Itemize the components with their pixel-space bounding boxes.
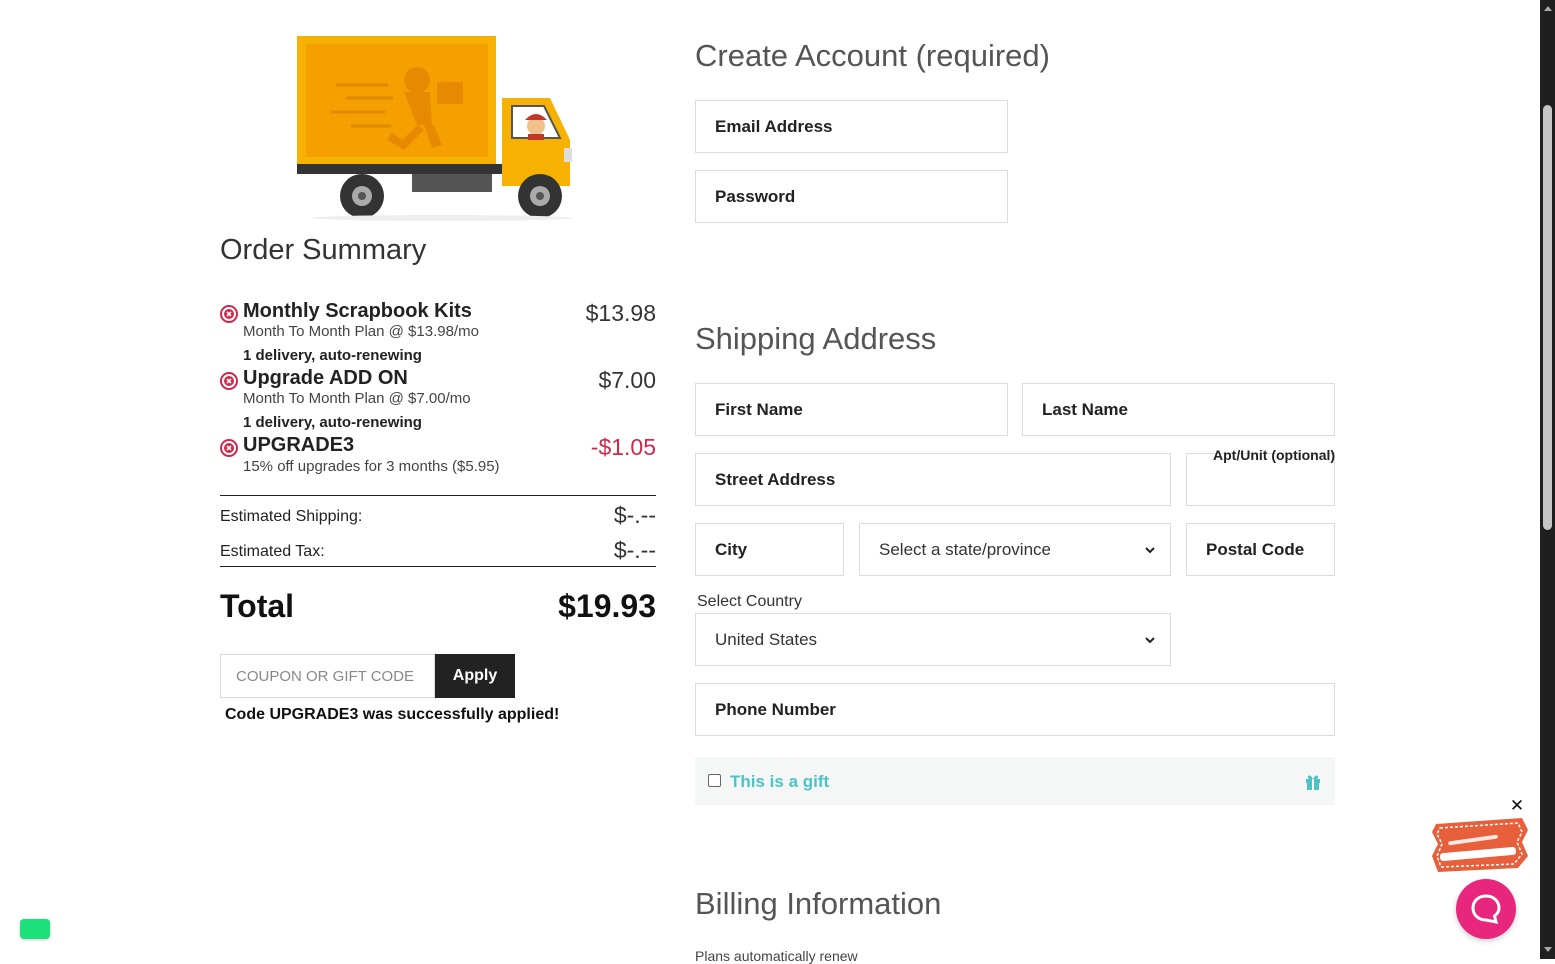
city-placeholder: City bbox=[715, 539, 748, 559]
order-item: Upgrade ADD ON Month To Month Plan @ $7.… bbox=[220, 367, 656, 435]
create-account-title: Create Account (required) bbox=[695, 38, 1050, 73]
item-name: Upgrade ADD ON bbox=[243, 367, 408, 389]
country-select-value: United States bbox=[715, 629, 818, 649]
phone-number-field[interactable]: Phone Number bbox=[695, 683, 1335, 736]
chat-close-icon[interactable]: ✕ bbox=[1509, 797, 1525, 814]
item-delivery: 1 delivery, auto-renewing bbox=[243, 347, 422, 364]
postal-code-placeholder: Postal Code bbox=[1206, 539, 1305, 559]
need-help-lets-chat-badge[interactable] bbox=[1430, 816, 1530, 874]
estimated-shipping-label: Estimated Shipping: bbox=[220, 508, 363, 525]
item-delivery: 1 delivery, auto-renewing bbox=[243, 414, 422, 431]
scroll-up-arrow-icon[interactable] bbox=[1544, 6, 1552, 11]
total-value: $19.93 bbox=[558, 588, 656, 624]
chevron-down-icon bbox=[1145, 637, 1155, 644]
estimated-shipping-row: Estimated Shipping: $-.-- bbox=[220, 502, 656, 528]
city-field[interactable]: City bbox=[695, 523, 844, 576]
chevron-down-icon bbox=[1145, 547, 1155, 554]
item-price: $7.00 bbox=[598, 367, 656, 393]
shipping-address-title: Shipping Address bbox=[695, 321, 937, 356]
total-row: Total $19.93 bbox=[220, 588, 656, 625]
last-name-placeholder: Last Name bbox=[1042, 399, 1128, 419]
street-address-field[interactable]: Street Address bbox=[695, 453, 1171, 506]
gift-option: This is a gift bbox=[695, 757, 1335, 805]
email-placeholder: Email Address bbox=[715, 116, 833, 136]
estimated-tax-row: Estimated Tax: $-.-- bbox=[220, 537, 656, 563]
item-plan: Month To Month Plan @ $13.98/mo bbox=[243, 323, 479, 340]
total-label: Total bbox=[220, 588, 295, 624]
order-summary-title: Order Summary bbox=[220, 234, 427, 266]
estimated-shipping-value: $-.-- bbox=[613, 502, 656, 528]
password-placeholder: Password bbox=[715, 186, 796, 206]
first-name-placeholder: First Name bbox=[715, 399, 803, 419]
remove-item-icon[interactable] bbox=[220, 372, 238, 390]
item-price: $13.98 bbox=[585, 300, 656, 326]
gift-icon bbox=[1306, 775, 1320, 790]
phone-number-placeholder: Phone Number bbox=[715, 699, 836, 719]
item-name: Monthly Scrapbook Kits bbox=[243, 300, 472, 322]
state-select[interactable]: Select a state/province bbox=[859, 523, 1171, 576]
coupon-input[interactable] bbox=[220, 654, 435, 698]
last-name-field[interactable]: Last Name bbox=[1022, 383, 1335, 436]
delivery-truck-illustration bbox=[297, 36, 572, 221]
chat-icon bbox=[1471, 894, 1501, 924]
remove-item-icon[interactable] bbox=[220, 305, 238, 323]
coupon-success-message: Code UPGRADE3 was successfully applied! bbox=[225, 706, 560, 723]
billing-subtext: Plans automatically renew bbox=[695, 948, 858, 964]
estimated-tax-value: $-.-- bbox=[613, 537, 656, 563]
item-plan: Month To Month Plan @ $7.00/mo bbox=[243, 390, 471, 407]
scroll-down-arrow-icon[interactable] bbox=[1544, 947, 1552, 952]
item-price: -$1.05 bbox=[590, 434, 656, 460]
billing-information-title: Billing Information bbox=[695, 886, 942, 921]
item-plan: 15% off upgrades for 3 months ($5.95) bbox=[243, 458, 500, 475]
postal-code-field[interactable]: Postal Code bbox=[1186, 523, 1335, 576]
order-item: Monthly Scrapbook Kits Month To Month Pl… bbox=[220, 300, 656, 368]
remove-item-icon[interactable] bbox=[220, 439, 238, 457]
item-name: UPGRADE3 bbox=[243, 434, 355, 456]
estimated-tax-label: Estimated Tax: bbox=[220, 543, 325, 560]
divider bbox=[220, 566, 656, 567]
apply-coupon-button[interactable]: Apply bbox=[435, 654, 515, 698]
order-item: UPGRADE3 15% off upgrades for 3 months (… bbox=[220, 434, 656, 482]
chat-launcher-button[interactable] bbox=[1456, 879, 1516, 939]
street-address-placeholder: Street Address bbox=[715, 469, 836, 489]
country-select[interactable]: United States bbox=[695, 613, 1171, 666]
first-name-field[interactable]: First Name bbox=[695, 383, 1008, 436]
state-select-value: Select a state/province bbox=[879, 539, 1051, 559]
divider bbox=[220, 495, 656, 496]
status-badge[interactable] bbox=[20, 919, 50, 939]
scrollbar-thumb[interactable] bbox=[1543, 105, 1552, 530]
gift-checkbox[interactable] bbox=[708, 774, 721, 787]
email-field[interactable]: Email Address bbox=[695, 100, 1008, 153]
apt-unit-label: Apt/Unit (optional) bbox=[1213, 447, 1336, 463]
password-field[interactable]: Password bbox=[695, 170, 1008, 223]
select-country-label: Select Country bbox=[697, 593, 802, 610]
gift-label[interactable]: This is a gift bbox=[730, 772, 829, 792]
